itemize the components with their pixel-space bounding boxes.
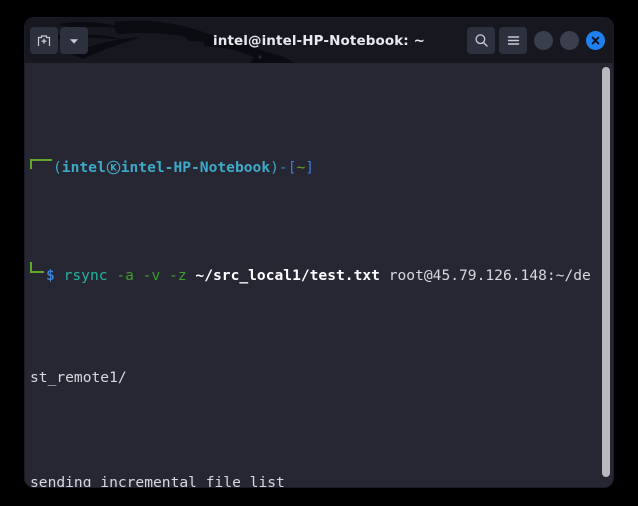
prompt-corner-bottom-icon <box>30 262 44 273</box>
close-button[interactable] <box>586 31 605 50</box>
command-source-path: ~/src_local1/test.txt <box>195 267 380 284</box>
prompt1-bracket-close: ] <box>305 159 315 176</box>
search-icon <box>474 34 488 47</box>
hamburger-menu-icon <box>507 36 519 45</box>
search-button[interactable] <box>467 27 495 54</box>
command-line: $ rsync -a -v -z ~/src_local1/test.txt r… <box>30 262 599 284</box>
maximize-button[interactable] <box>560 31 579 50</box>
command-wrap-line: st_remote1/ <box>30 367 599 388</box>
command-name: rsync <box>63 267 108 284</box>
prompt1-bracket-open: [ <box>287 159 297 176</box>
svg-text:K: K <box>110 163 117 173</box>
minimize-button[interactable] <box>534 31 553 50</box>
command-destination-tail: st_remote1/ <box>30 369 127 386</box>
command-flags: -a -v -z <box>116 267 187 284</box>
menu-button[interactable] <box>499 27 527 54</box>
kali-at-symbol-icon: K <box>106 160 121 175</box>
terminal-output-area[interactable]: (intel Kintel-HP-Notebook)-[~] $ rsync -a… <box>25 63 599 487</box>
title-bar[interactable]: intel@intel-HP-Notebook: ~ <box>25 18 613 63</box>
chevron-down-icon <box>70 38 78 44</box>
terminal-window: intel@intel-HP-Notebook: ~ (intel K inte… <box>25 18 613 487</box>
tab-dropdown-button[interactable] <box>60 27 88 54</box>
titlebar-right-controls <box>467 18 605 63</box>
close-icon <box>591 36 600 45</box>
prompt1-paren-close: ) <box>270 159 279 176</box>
scrollbar-track[interactable] <box>599 63 613 487</box>
prompt1-host: intel-HP-Notebook <box>120 159 271 176</box>
new-tab-button[interactable] <box>30 27 58 54</box>
prompt1-paren-open: ( <box>53 159 62 176</box>
prompt1-cwd: ~ <box>296 159 306 176</box>
new-tab-icon <box>37 34 51 46</box>
prompt-corner-top-icon <box>30 159 52 169</box>
output-line-0: sending incremental file list <box>30 474 285 487</box>
scrollbar-thumb[interactable] <box>602 67 610 477</box>
terminal-body[interactable]: (intel Kintel-HP-Notebook)-[~] $ rsync -a… <box>25 63 613 487</box>
prompt1-user: intel <box>61 159 106 176</box>
prompt1-dollar: $ <box>46 267 55 284</box>
titlebar-left-controls <box>30 27 88 54</box>
command-destination-head: root@45.79.126.148:~/de <box>388 267 591 284</box>
prompt-line-1-top: (intel Kintel-HP-Notebook)-[~] <box>30 157 599 178</box>
prompt1-dash: - <box>278 159 288 176</box>
kali-dragon-watermark <box>53 20 295 63</box>
